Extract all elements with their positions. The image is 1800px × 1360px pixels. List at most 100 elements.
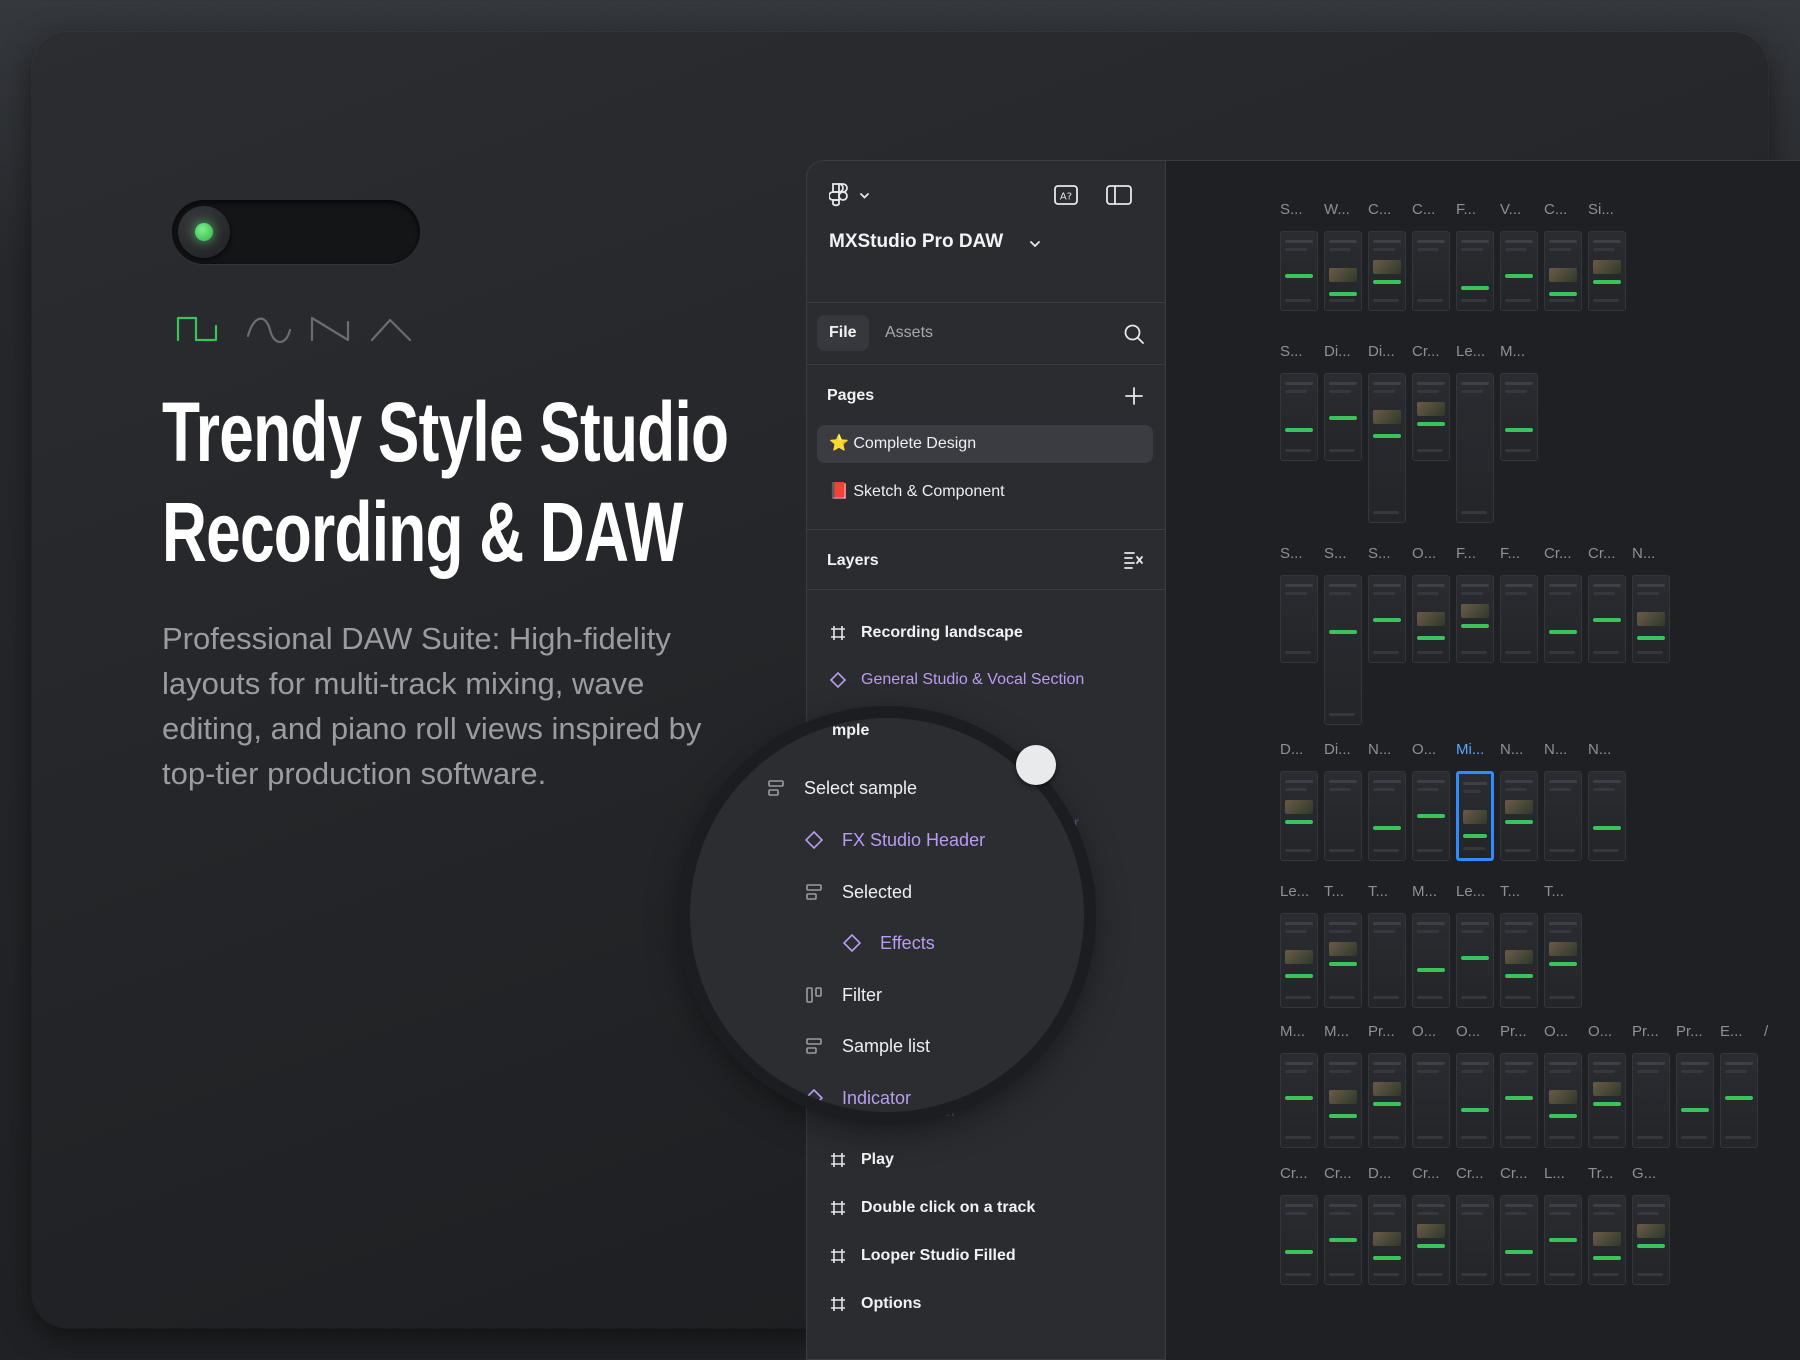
toggle-sidebar-icon[interactable]	[1105, 183, 1133, 207]
frame-label[interactable]: Cr...	[1280, 1165, 1308, 1182]
frame-label[interactable]: T...	[1324, 883, 1344, 900]
frame-thumbnail[interactable]	[1412, 1195, 1450, 1285]
frame-label[interactable]: O...	[1412, 741, 1436, 758]
frame-label[interactable]: N...	[1368, 741, 1391, 758]
frame-label[interactable]: F...	[1456, 201, 1476, 218]
add-page-icon[interactable]	[1125, 387, 1143, 405]
frame-thumbnail[interactable]	[1720, 1053, 1758, 1148]
frame-label[interactable]: Cr...	[1412, 1165, 1440, 1182]
toggle-knob[interactable]	[178, 206, 230, 258]
frame-label[interactable]: M...	[1412, 883, 1437, 900]
frame-thumbnail[interactable]	[1676, 1053, 1714, 1148]
frame-thumbnail[interactable]	[1500, 373, 1538, 461]
frame-thumbnail[interactable]	[1544, 913, 1582, 1008]
frame-label[interactable]: V...	[1500, 201, 1521, 218]
frame-label[interactable]: S...	[1280, 545, 1303, 562]
frame-thumbnail[interactable]	[1456, 373, 1494, 523]
frame-label[interactable]: Cr...	[1544, 545, 1572, 562]
frame-label[interactable]: O...	[1544, 1023, 1568, 1040]
frame-label[interactable]: S...	[1368, 545, 1391, 562]
frame-label[interactable]: T...	[1544, 883, 1564, 900]
frame-thumbnail[interactable]	[1500, 575, 1538, 663]
frame-label[interactable]: L...	[1544, 1165, 1565, 1182]
frame-label[interactable]: C...	[1368, 201, 1391, 218]
frame-thumbnail[interactable]	[1544, 771, 1582, 861]
frame-thumbnail[interactable]	[1544, 575, 1582, 663]
frame-label[interactable]: Di...	[1324, 343, 1351, 360]
search-icon[interactable]	[1123, 323, 1145, 345]
frame-thumbnail[interactable]	[1368, 913, 1406, 1008]
frame-label[interactable]: Pr...	[1676, 1023, 1703, 1040]
frame-thumbnail[interactable]	[1280, 913, 1318, 1008]
frame-thumbnail[interactable]	[1368, 771, 1406, 861]
frame-thumbnail[interactable]	[1500, 913, 1538, 1008]
frame-thumbnail[interactable]	[1368, 373, 1406, 523]
frame-label[interactable]: Tr...	[1588, 1165, 1613, 1182]
tab-file[interactable]: File	[817, 315, 869, 351]
power-toggle[interactable]	[172, 200, 420, 264]
frame-thumbnail[interactable]	[1412, 575, 1450, 663]
frame-label[interactable]: Pr...	[1632, 1023, 1659, 1040]
frame-thumbnail[interactable]	[1456, 1053, 1494, 1148]
frame-label[interactable]: M...	[1280, 1023, 1305, 1040]
frame-thumbnail[interactable]	[1632, 1053, 1670, 1148]
frame-thumbnail[interactable]	[1456, 913, 1494, 1008]
frame-thumbnail[interactable]	[1324, 231, 1362, 311]
frame-thumbnail[interactable]	[1368, 575, 1406, 663]
frame-label[interactable]: Mi...	[1456, 741, 1484, 758]
frame-thumbnail[interactable]	[1368, 1053, 1406, 1148]
frame-label[interactable]: C...	[1412, 201, 1435, 218]
frame-label[interactable]: Cr...	[1588, 545, 1616, 562]
frame-label[interactable]: Pr...	[1368, 1023, 1395, 1040]
frame-thumbnail[interactable]	[1456, 771, 1494, 861]
frame-label[interactable]: Cr...	[1412, 343, 1440, 360]
frame-thumbnail[interactable]	[1544, 1195, 1582, 1285]
frame-label[interactable]: T...	[1368, 883, 1388, 900]
frame-thumbnail[interactable]	[1280, 1053, 1318, 1148]
frame-thumbnail[interactable]	[1456, 575, 1494, 663]
frame-thumbnail[interactable]	[1324, 771, 1362, 861]
frame-label[interactable]: T...	[1500, 883, 1520, 900]
frame-thumbnail[interactable]	[1588, 1053, 1626, 1148]
frame-label[interactable]: Le...	[1456, 343, 1485, 360]
frame-label[interactable]: O...	[1412, 1023, 1436, 1040]
frame-thumbnail[interactable]	[1324, 1053, 1362, 1148]
frame-thumbnail[interactable]	[1500, 231, 1538, 311]
project-name[interactable]: MXStudio Pro DAW	[829, 231, 1003, 253]
frame-thumbnail[interactable]	[1456, 231, 1494, 311]
frame-label[interactable]: F...	[1456, 545, 1476, 562]
frame-thumbnail[interactable]	[1500, 1053, 1538, 1148]
frame-thumbnail[interactable]	[1368, 231, 1406, 311]
frame-thumbnail[interactable]	[1412, 771, 1450, 861]
ai-actions-icon[interactable]: A?	[1053, 183, 1079, 207]
frame-label[interactable]: O...	[1412, 545, 1436, 562]
frame-thumbnail[interactable]	[1588, 771, 1626, 861]
frame-label[interactable]: Le...	[1280, 883, 1309, 900]
frame-label[interactable]: M...	[1324, 1023, 1349, 1040]
page-item-complete-design[interactable]: ⭐ Complete Design	[817, 425, 1153, 463]
frame-label[interactable]: E...	[1720, 1023, 1743, 1040]
frame-label[interactable]: S...	[1280, 201, 1303, 218]
frame-label[interactable]: N...	[1588, 741, 1611, 758]
page-item-sketch-component[interactable]: 📕 Sketch & Component	[817, 473, 1153, 511]
frame-thumbnail[interactable]	[1544, 231, 1582, 311]
frame-thumbnail[interactable]	[1500, 771, 1538, 861]
frame-label[interactable]: Cr...	[1324, 1165, 1352, 1182]
frame-thumbnail[interactable]	[1412, 1053, 1450, 1148]
frame-thumbnail[interactable]	[1588, 575, 1626, 663]
frame-thumbnail[interactable]	[1324, 373, 1362, 461]
frame-label[interactable]: N...	[1544, 741, 1567, 758]
frame-thumbnail[interactable]	[1368, 1195, 1406, 1285]
frame-label[interactable]: F...	[1500, 545, 1520, 562]
frame-thumbnail[interactable]	[1324, 913, 1362, 1008]
frame-label[interactable]: Di...	[1324, 741, 1351, 758]
frame-label[interactable]: /	[1764, 1023, 1768, 1040]
frame-label[interactable]: O...	[1456, 1023, 1480, 1040]
frame-thumbnail[interactable]	[1456, 1195, 1494, 1285]
frame-label[interactable]: Cr...	[1500, 1165, 1528, 1182]
magnifier-handle[interactable]	[1016, 745, 1056, 785]
frame-thumbnail[interactable]	[1280, 231, 1318, 311]
frame-thumbnail[interactable]	[1324, 1195, 1362, 1285]
frame-thumbnail[interactable]	[1280, 1195, 1318, 1285]
frame-thumbnail[interactable]	[1500, 1195, 1538, 1285]
